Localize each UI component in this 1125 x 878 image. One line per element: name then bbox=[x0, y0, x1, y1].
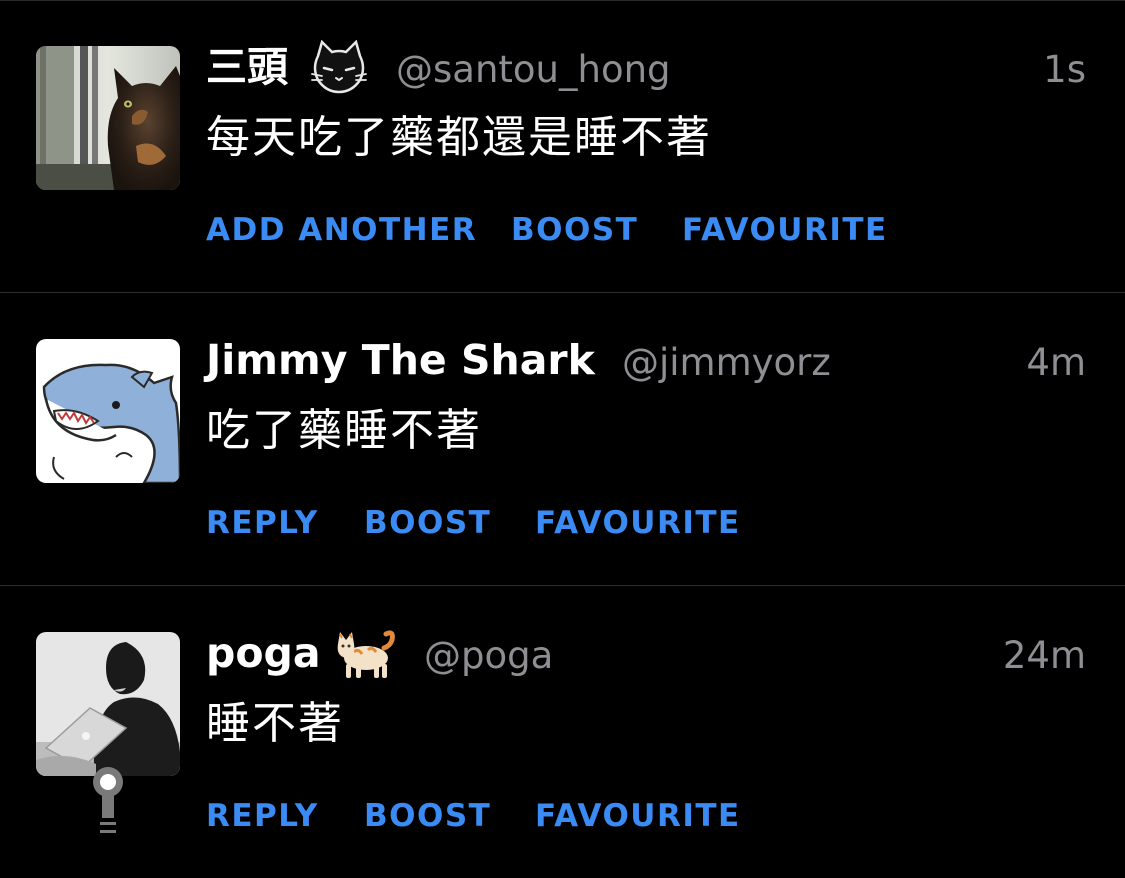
add-another-button[interactable]: ADD ANOTHER bbox=[206, 210, 477, 250]
cat-face-icon bbox=[311, 40, 367, 94]
status-post[interactable]: 三頭 @santou_hong 1s 每天吃了藥都還是睡不著 ADD ANOTH… bbox=[0, 0, 1125, 292]
avatar[interactable] bbox=[36, 632, 180, 776]
favourite-button[interactable]: FAVOURITE bbox=[682, 210, 888, 250]
post-content: 每天吃了藥都還是睡不著 bbox=[206, 112, 712, 163]
post-content: 睡不著 bbox=[206, 698, 344, 749]
timeline: 三頭 @santou_hong 1s 每天吃了藥都還是睡不著 ADD ANOTH… bbox=[0, 0, 1125, 869]
display-name[interactable]: Jimmy The Shark bbox=[206, 335, 595, 385]
timestamp: 24m bbox=[1002, 634, 1086, 677]
timestamp: 1s bbox=[1043, 48, 1086, 91]
person-with-laptop-avatar-image bbox=[36, 632, 180, 776]
boost-button[interactable]: BOOST bbox=[511, 210, 638, 250]
post-header: poga @poga 24m bbox=[206, 622, 1086, 682]
tortoiseshell-cat-avatar-image bbox=[36, 46, 180, 190]
account-handle[interactable]: @poga bbox=[424, 631, 553, 681]
reply-button[interactable]: REPLY bbox=[206, 796, 319, 836]
timestamp: 4m bbox=[1026, 341, 1086, 384]
post-header: 三頭 @santou_hong 1s bbox=[206, 36, 1086, 96]
status-post[interactable]: Jimmy The Shark @jimmyorz 4m 吃了藥睡不著 REPL… bbox=[0, 293, 1125, 585]
display-name[interactable]: poga bbox=[206, 628, 321, 678]
avatar[interactable] bbox=[36, 339, 180, 483]
display-name[interactable]: 三頭 bbox=[206, 42, 288, 92]
post-content: 吃了藥睡不著 bbox=[206, 405, 482, 456]
avatar[interactable] bbox=[36, 46, 180, 190]
reply-button[interactable]: REPLY bbox=[206, 503, 319, 543]
favourite-button[interactable]: FAVOURITE bbox=[535, 796, 741, 836]
account-handle[interactable]: @santou_hong bbox=[396, 45, 671, 95]
status-post[interactable]: poga @poga 24m 睡不著 REPLY BOOST FAVOURITE bbox=[0, 586, 1125, 878]
boost-button[interactable]: BOOST bbox=[364, 796, 491, 836]
boost-button[interactable]: BOOST bbox=[364, 503, 491, 543]
post-header: Jimmy The Shark @jimmyorz 4m bbox=[206, 329, 1086, 389]
account-handle[interactable]: @jimmyorz bbox=[622, 338, 831, 388]
cartoon-shark-avatar-image bbox=[36, 339, 180, 483]
thread-connector-icon bbox=[93, 767, 123, 833]
favourite-button[interactable]: FAVOURITE bbox=[535, 503, 741, 543]
orange-cat-icon bbox=[337, 630, 395, 678]
